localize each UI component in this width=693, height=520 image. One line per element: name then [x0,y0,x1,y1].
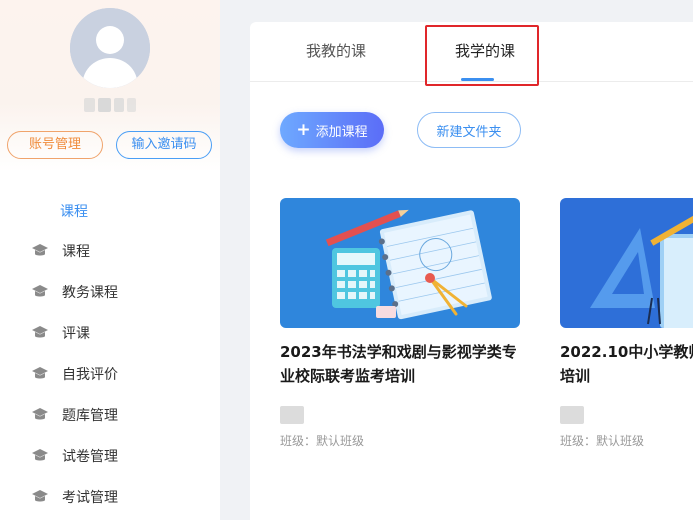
sidebar-item-label: 评课 [62,325,90,342]
sidebar-item-label: 教务课程 [62,284,118,301]
sidebar-item-self-evaluation[interactable]: 自我评价 [0,353,220,394]
sidebar-item-course[interactable]: 课程 [0,230,220,271]
graduation-cap-icon [30,364,50,384]
course-thumbnail-math [280,198,520,328]
teacher-avatar-redacted [280,406,304,424]
plus-icon: + [296,119,311,140]
sidebar-item-course-review[interactable]: 评课 [0,312,220,353]
tab-my-learning-courses[interactable]: 我学的课 [428,22,542,82]
graduation-cap-icon [30,282,50,302]
sidebar-item-academic-course[interactable]: 教务课程 [0,271,220,312]
sidebar-item-question-bank[interactable]: 题库管理 [0,394,220,435]
enter-invite-code-button[interactable]: 输入邀请码 [116,131,212,159]
account-management-button[interactable]: 账号管理 [7,131,103,159]
course-card[interactable]: 2022.10中小学教师培训 班级：默认班级 [560,198,693,449]
nav-section-title[interactable]: 课程 [0,194,220,230]
sidebar-item-label: 课程 [62,243,90,260]
course-title: 2023年书法学和戏剧与影视学类专业校际联考监考培训 [280,343,517,385]
avatar[interactable] [70,8,150,88]
course-class: 班级：默认班级 [560,434,645,448]
sidebar-item-label: 自我评价 [62,366,118,383]
tab-my-teaching-courses[interactable]: 我教的课 [296,22,376,82]
sidebar-item-paper-management[interactable]: 试卷管理 [0,435,220,476]
sidebar-nav: 课程 课程 教务课程 评课 自我评价 题库管理 试卷管理 考试管理 [0,194,220,517]
course-card[interactable]: 2023年书法学和戏剧与影视学类专业校际联考监考培训 班级：默认班级 [280,198,520,449]
sidebar: 账号管理 输入邀请码 课程 课程 教务课程 评课 自我评价 题库管理 试卷管理 … [0,0,220,520]
main-panel: 我教的课 我学的课 + 添加课程 新建文件夹 2023年书法学和戏剧与影视学类专… [250,22,693,520]
course-tabs: 我教的课 我学的课 [250,22,693,86]
course-title: 2022.10中小学教师培训 [560,343,693,385]
graduation-cap-icon [30,487,50,507]
graduation-cap-icon [30,323,50,343]
sidebar-item-label: 题库管理 [62,407,118,424]
course-class: 班级：默认班级 [280,434,365,448]
course-thumbnail-geometry [560,198,693,328]
graduation-cap-icon [30,446,50,466]
graduation-cap-icon [30,241,50,261]
new-folder-button[interactable]: 新建文件夹 [417,112,521,148]
teacher-avatar-redacted [560,406,584,424]
username-redacted [84,96,136,114]
graduation-cap-icon [30,405,50,425]
sidebar-item-exam-management[interactable]: 考试管理 [0,476,220,517]
add-course-button[interactable]: + 添加课程 [280,112,384,148]
add-course-label: 添加课程 [315,124,368,140]
active-tab-indicator [461,78,494,81]
sidebar-item-label: 试卷管理 [62,448,118,465]
sidebar-item-label: 考试管理 [62,489,118,506]
